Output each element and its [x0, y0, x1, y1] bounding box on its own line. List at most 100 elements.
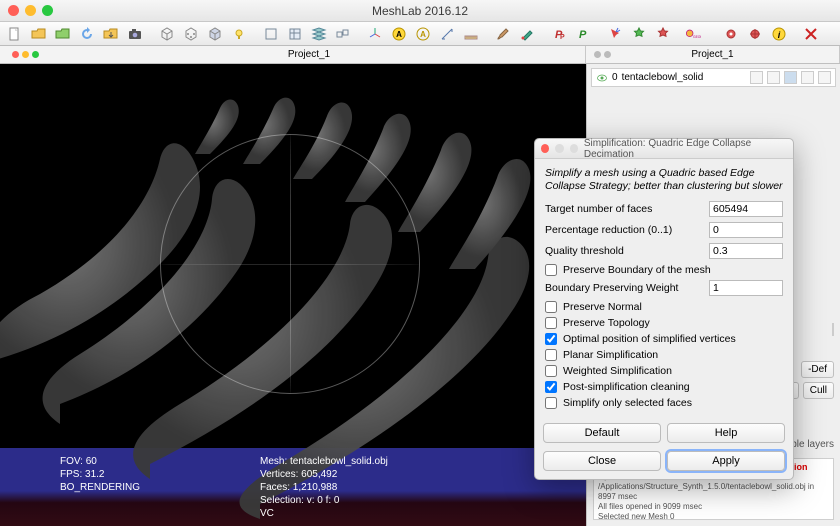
import-mesh-button[interactable] — [100, 24, 122, 44]
color-paint-button[interactable] — [516, 24, 538, 44]
quality-threshold-label: Quality threshold — [545, 245, 703, 257]
postclean-checkbox[interactable] — [545, 381, 557, 393]
snapshot-button[interactable] — [124, 24, 146, 44]
preserve-normal-label: Preserve Normal — [563, 301, 642, 313]
only-selected-checkbox[interactable] — [545, 397, 557, 409]
paint-brush-button[interactable] — [492, 24, 514, 44]
apply-button[interactable]: Apply — [667, 451, 785, 471]
target-faces-label: Target number of faces — [545, 203, 703, 215]
tab-layers[interactable]: Project_1 — [586, 46, 840, 63]
layer-name: tentaclebowl_solid — [622, 72, 746, 83]
percent-reduction-label: Percentage reduction (0..1) — [545, 224, 703, 236]
log-line: Selected new Mesh 0 — [598, 512, 829, 520]
viewport-hud: FOV: 60 FPS: 31.2 BO_RENDERING Mesh: ten… — [60, 455, 576, 520]
bbox-button[interactable] — [260, 24, 282, 44]
layer-mode-icon[interactable] — [784, 71, 797, 84]
filter-gear-button[interactable] — [720, 24, 742, 44]
window-controls[interactable] — [8, 5, 53, 16]
filter-gear2-button[interactable] — [744, 24, 766, 44]
tab-bar: Project_1 Project_1 — [0, 46, 840, 64]
quality-threshold-input[interactable] — [709, 243, 783, 259]
georef-button[interactable]: GEOREF — [676, 24, 710, 44]
target-faces-input[interactable] — [709, 201, 783, 217]
hud-fov: FOV: 60 — [60, 455, 260, 468]
dialog-min-icon — [555, 144, 563, 153]
default-button[interactable]: Default — [543, 423, 661, 443]
svg-text:P: P — [579, 29, 587, 41]
ruler-button[interactable] — [460, 24, 482, 44]
dialog-close-icon[interactable] — [541, 144, 549, 153]
svg-text:A: A — [420, 30, 426, 39]
plugin-p-red-button[interactable]: PP — [548, 24, 570, 44]
delete-button[interactable] — [800, 24, 822, 44]
help-button[interactable]: Help — [667, 423, 785, 443]
label-a-outline-button[interactable]: A — [412, 24, 434, 44]
hud-vc: VC — [260, 507, 460, 520]
panel-toggle-icon[interactable] — [832, 323, 834, 336]
boundary-weight-input[interactable] — [709, 280, 783, 296]
star-red-button[interactable] — [652, 24, 674, 44]
render-solid-button[interactable] — [204, 24, 226, 44]
open-button[interactable] — [28, 24, 50, 44]
preserve-topology-label: Preserve Topology — [563, 317, 650, 329]
layers-dialog-button[interactable] — [284, 24, 306, 44]
light-button[interactable] — [228, 24, 250, 44]
window-titlebar: MeshLab 2016.12 — [0, 0, 840, 22]
select-tool-button[interactable] — [604, 24, 626, 44]
preserve-boundary-checkbox[interactable] — [545, 264, 557, 276]
axis-button[interactable] — [364, 24, 386, 44]
dialog-zoom-icon — [570, 144, 578, 153]
preserve-topology-checkbox[interactable] — [545, 317, 557, 329]
optimal-position-checkbox[interactable] — [545, 333, 557, 345]
optimal-position-label: Optimal position of simplified vertices — [563, 333, 736, 345]
layer-row[interactable]: 0 tentaclebowl_solid — [591, 68, 836, 87]
postclean-label: Post-simplification cleaning — [563, 381, 690, 393]
tab-label: Project_1 — [691, 49, 733, 60]
main-toolbar: A A PP P GEOREF i — [0, 22, 840, 46]
render-points-button[interactable] — [180, 24, 202, 44]
trackball-axis-icon — [160, 264, 420, 265]
new-project-button[interactable] — [4, 24, 26, 44]
info-button[interactable]: i — [768, 24, 790, 44]
close-button[interactable]: Close — [543, 451, 661, 471]
layer-visibility-button[interactable] — [308, 24, 330, 44]
app-title: MeshLab 2016.12 — [372, 4, 468, 18]
measure-button[interactable] — [436, 24, 458, 44]
layer-mode-icon[interactable] — [818, 71, 831, 84]
hud-fps: FPS: 31.2 — [60, 468, 260, 481]
reload-button[interactable] — [76, 24, 98, 44]
percent-reduction-input[interactable] — [709, 222, 783, 238]
simplification-dialog: Simplification: Quadric Edge Collapse De… — [534, 138, 794, 480]
hud-vertices: Vertices: 605,492 — [260, 468, 460, 481]
3d-viewport[interactable]: FOV: 60 FPS: 31.2 BO_RENDERING Mesh: ten… — [0, 64, 586, 526]
layer-index: 0 — [612, 72, 618, 83]
only-selected-label: Simplify only selected faces — [563, 397, 692, 409]
dialog-titlebar[interactable]: Simplification: Quadric Edge Collapse De… — [535, 139, 793, 159]
render-wire-button[interactable] — [156, 24, 178, 44]
label-a-button[interactable]: A — [388, 24, 410, 44]
log-line: All files opened in 9099 msec — [598, 502, 829, 512]
planar-label: Planar Simplification — [563, 349, 658, 361]
plugin-p-green-button[interactable]: P — [572, 24, 594, 44]
boundary-weight-label: Boundary Preserving Weight — [545, 282, 703, 294]
layer-mode-icon[interactable] — [767, 71, 780, 84]
minimize-window-icon[interactable] — [25, 5, 36, 16]
preserve-normal-checkbox[interactable] — [545, 301, 557, 313]
tab-viewport[interactable]: Project_1 — [0, 46, 586, 63]
close-window-icon[interactable] — [8, 5, 19, 16]
align-button[interactable] — [332, 24, 354, 44]
zoom-window-icon[interactable] — [42, 5, 53, 16]
open-recent-button[interactable] — [52, 24, 74, 44]
layer-mode-icon[interactable] — [801, 71, 814, 84]
weighted-checkbox[interactable] — [545, 365, 557, 377]
hud-flag: BO_RENDERING — [60, 481, 260, 494]
cull-button[interactable]: Cull — [803, 382, 834, 399]
layer-mode-icon[interactable] — [750, 71, 763, 84]
svg-text:P: P — [560, 34, 565, 41]
planar-checkbox[interactable] — [545, 349, 557, 361]
weighted-label: Weighted Simplification — [563, 365, 672, 377]
star-green-button[interactable] — [628, 24, 650, 44]
visibility-icon[interactable] — [596, 72, 608, 84]
preset-def-button[interactable]: -Def — [801, 361, 834, 378]
svg-text:GEOREF: GEOREF — [693, 35, 701, 39]
